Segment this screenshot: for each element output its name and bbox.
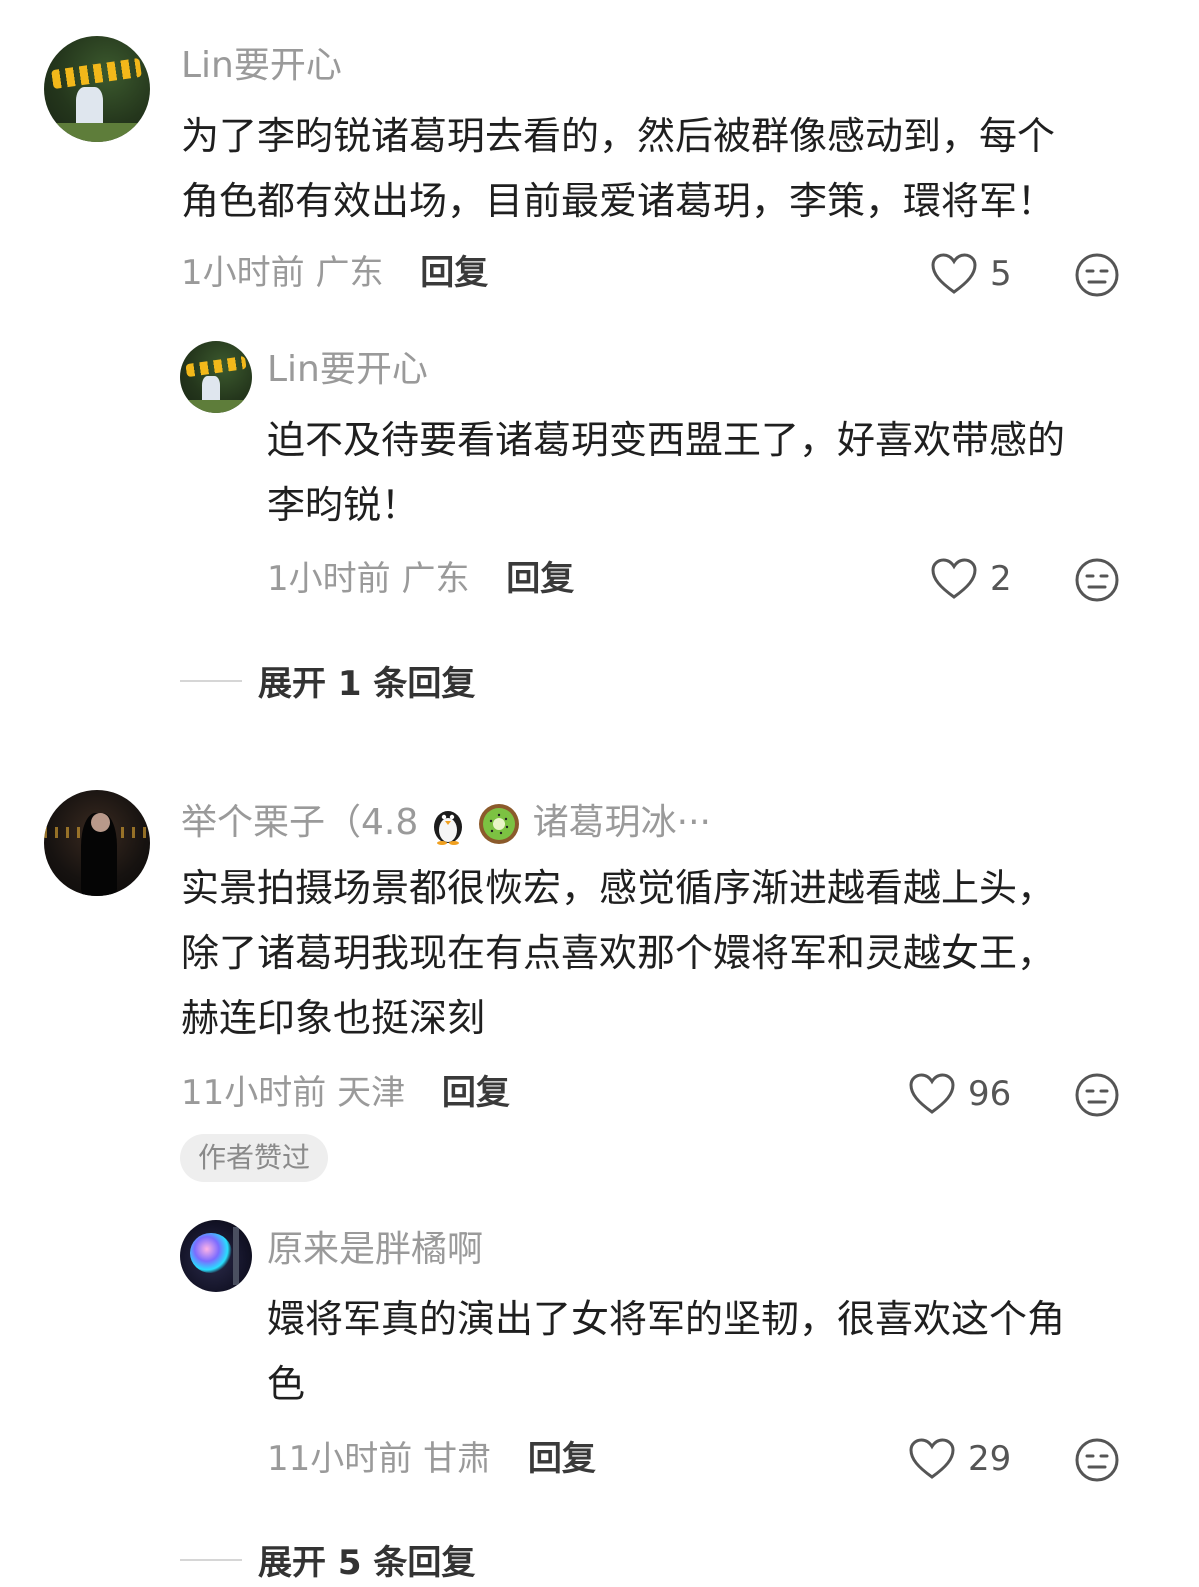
like-button[interactable]: 2: [930, 557, 1012, 601]
user-avatar[interactable]: [44, 790, 150, 896]
expand-replies-button[interactable]: 展开 5 条回复: [180, 1535, 475, 1584]
reply-line: 嬛将军真的演出了女将军的坚韧，很喜欢这个角: [267, 1297, 1066, 1341]
reply-avatar[interactable]: [180, 341, 252, 413]
like-count: 5: [990, 254, 1012, 294]
time-location: 1小时前 广东: [267, 559, 470, 599]
dislike-face-icon[interactable]: [1074, 1072, 1120, 1118]
avatar-lanterns: [51, 57, 143, 89]
comment-line: 除了诸葛玥我现在有点喜欢那个嬛将军和灵越女王，: [181, 931, 1056, 975]
expand-label: 展开 5 条回复: [258, 1543, 476, 1583]
dislike-face-icon[interactable]: [1074, 252, 1120, 298]
reply-button[interactable]: 回复: [420, 253, 488, 293]
reply-line: 李昀锐！: [267, 483, 420, 527]
dislike-face-icon[interactable]: [1074, 557, 1120, 603]
reply-text: 嬛将军真的演出了女将军的坚韧，很喜欢这个角 色: [267, 1287, 1065, 1417]
divider-line: [180, 679, 242, 682]
reply-button[interactable]: 回复: [506, 559, 574, 599]
heart-icon: [931, 253, 977, 294]
like-count: 96: [968, 1074, 1012, 1114]
penguin-icon: [433, 811, 462, 845]
like-count: 2: [990, 559, 1012, 599]
username[interactable]: Lin要开心: [181, 48, 342, 84]
avatar-pole: [233, 1227, 240, 1285]
avatar-grass: [180, 400, 252, 413]
reply-text: 迫不及待要看诸葛玥变西盟王了，好喜欢带感的 李昀锐！: [267, 408, 1065, 538]
reply-avatar[interactable]: [180, 1220, 252, 1292]
heart-icon: [909, 1073, 955, 1114]
divider-line: [180, 1558, 242, 1561]
reply-button[interactable]: 回复: [528, 1439, 596, 1479]
avatar-lanterns: [185, 355, 247, 377]
like-button[interactable]: 5: [930, 252, 1012, 296]
time-location: 11小时前 天津: [181, 1073, 406, 1113]
reply-username[interactable]: Lin要开心: [267, 352, 428, 388]
reply-button[interactable]: 回复: [442, 1073, 510, 1113]
time-location: 11小时前 甘肃: [267, 1439, 492, 1479]
username-prefix: 举个栗子（4.8: [181, 802, 419, 843]
time-location: 1小时前 广东: [181, 253, 384, 293]
reply-line: 迫不及待要看诸葛玥变西盟王了，好喜欢带感的: [267, 418, 1066, 462]
reply-line: 色: [267, 1362, 306, 1406]
comment-line: 为了李昀锐诸葛玥去看的，然后被群像感动到，每个: [181, 114, 1056, 158]
comment-text: 为了李昀锐诸葛玥去看的，然后被群像感动到，每个 角色都有效出场，目前最爱诸葛玥，…: [181, 104, 1055, 234]
heart-icon: [931, 558, 977, 599]
reply-username[interactable]: 原来是胖橘啊: [267, 1232, 483, 1268]
like-button[interactable]: 29: [908, 1437, 1011, 1481]
comment-line: 实景拍摄场景都很恢宏，感觉循序渐进越看越上头，: [181, 866, 1056, 910]
comment-line: 角色都有效出场，目前最爱诸葛玥，李策，環将军！: [181, 179, 1056, 223]
reply-meta: 11小时前 甘肃 回复: [267, 1442, 596, 1476]
comment-line: 赫连印象也挺深刻: [181, 996, 486, 1040]
expand-replies-button[interactable]: 展开 1 条回复: [180, 656, 475, 705]
comment-meta: 11小时前 天津 回复: [181, 1076, 510, 1110]
username-suffix: 诸葛玥冰···: [532, 802, 711, 843]
comment-meta: 1小时前 广东 回复: [181, 256, 488, 290]
like-button[interactable]: 96: [908, 1072, 1011, 1116]
heart-icon: [909, 1438, 955, 1479]
username[interactable]: 举个栗子（4.8 诸葛玥冰···: [181, 802, 711, 846]
dislike-face-icon[interactable]: [1074, 1437, 1120, 1483]
expand-label: 展开 1 条回复: [258, 664, 476, 704]
author-liked-badge: 作者赞过: [180, 1134, 329, 1182]
reply-meta: 1小时前 广东 回复: [267, 562, 574, 596]
comment-text: 实景拍摄场景都很恢宏，感觉循序渐进越看越上头， 除了诸葛玥我现在有点喜欢那个嬛将…: [181, 856, 1055, 1051]
like-count: 29: [968, 1439, 1012, 1479]
user-avatar[interactable]: [44, 36, 150, 142]
avatar-face: [90, 813, 110, 833]
avatar-neon-tree: [190, 1232, 232, 1274]
kiwi-fruit-icon: [479, 804, 520, 844]
avatar-grass: [44, 122, 150, 142]
